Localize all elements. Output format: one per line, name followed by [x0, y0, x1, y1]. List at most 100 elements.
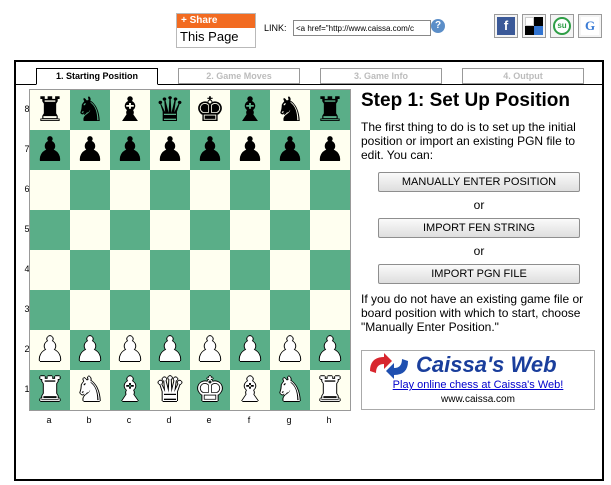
- square-f5[interactable]: [230, 210, 270, 250]
- square-e1[interactable]: ♚: [190, 370, 230, 410]
- black-pawn-icon[interactable]: ♟: [190, 130, 230, 170]
- square-d6[interactable]: [150, 170, 190, 210]
- square-b2[interactable]: ♟: [70, 330, 110, 370]
- square-e2[interactable]: ♟: [190, 330, 230, 370]
- white-pawn-icon[interactable]: ♟: [190, 330, 230, 370]
- square-g2[interactable]: ♟: [270, 330, 310, 370]
- tab-starting-position[interactable]: 1. Starting Position: [36, 68, 158, 85]
- black-pawn-icon[interactable]: ♟: [230, 130, 270, 170]
- tab-game-info[interactable]: 3. Game Info: [320, 68, 442, 84]
- black-rook-icon[interactable]: ♜: [310, 90, 350, 130]
- stumbleupon-icon[interactable]: su: [550, 14, 574, 38]
- black-knight-icon[interactable]: ♞: [70, 90, 110, 130]
- square-a5[interactable]: [30, 210, 70, 250]
- square-a8[interactable]: ♜: [30, 90, 70, 130]
- square-b3[interactable]: [70, 290, 110, 330]
- square-d2[interactable]: ♟: [150, 330, 190, 370]
- square-g3[interactable]: [270, 290, 310, 330]
- square-f2[interactable]: ♟: [230, 330, 270, 370]
- square-e4[interactable]: [190, 250, 230, 290]
- square-h4[interactable]: [310, 250, 350, 290]
- square-h2[interactable]: ♟: [310, 330, 350, 370]
- white-pawn-icon[interactable]: ♟: [270, 330, 310, 370]
- black-pawn-icon[interactable]: ♟: [150, 130, 190, 170]
- white-pawn-icon[interactable]: ♟: [30, 330, 70, 370]
- square-g5[interactable]: [270, 210, 310, 250]
- square-g4[interactable]: [270, 250, 310, 290]
- white-pawn-icon[interactable]: ♟: [70, 330, 110, 370]
- square-d4[interactable]: [150, 250, 190, 290]
- square-d5[interactable]: [150, 210, 190, 250]
- delicious-icon[interactable]: [522, 14, 546, 38]
- square-f6[interactable]: [230, 170, 270, 210]
- square-f4[interactable]: [230, 250, 270, 290]
- square-h6[interactable]: [310, 170, 350, 210]
- square-e7[interactable]: ♟: [190, 130, 230, 170]
- square-a3[interactable]: [30, 290, 70, 330]
- square-c3[interactable]: [110, 290, 150, 330]
- black-pawn-icon[interactable]: ♟: [70, 130, 110, 170]
- black-pawn-icon[interactable]: ♟: [270, 130, 310, 170]
- square-d8[interactable]: ♛: [150, 90, 190, 130]
- share-button[interactable]: + Share: [177, 14, 255, 28]
- white-knight-icon[interactable]: ♞: [270, 370, 310, 410]
- white-knight-icon[interactable]: ♞: [70, 370, 110, 410]
- square-b6[interactable]: [70, 170, 110, 210]
- black-knight-icon[interactable]: ♞: [270, 90, 310, 130]
- black-pawn-icon[interactable]: ♟: [310, 130, 350, 170]
- white-queen-icon[interactable]: ♛: [150, 370, 190, 410]
- square-h8[interactable]: ♜: [310, 90, 350, 130]
- square-f7[interactable]: ♟: [230, 130, 270, 170]
- square-g1[interactable]: ♞: [270, 370, 310, 410]
- white-bishop-icon[interactable]: ♝: [230, 370, 270, 410]
- black-bishop-icon[interactable]: ♝: [110, 90, 150, 130]
- square-c8[interactable]: ♝: [110, 90, 150, 130]
- square-f8[interactable]: ♝: [230, 90, 270, 130]
- facebook-icon[interactable]: f: [494, 14, 518, 38]
- square-e5[interactable]: [190, 210, 230, 250]
- white-rook-icon[interactable]: ♜: [310, 370, 350, 410]
- square-b8[interactable]: ♞: [70, 90, 110, 130]
- tab-output[interactable]: 4. Output: [462, 68, 584, 84]
- white-pawn-icon[interactable]: ♟: [230, 330, 270, 370]
- square-c7[interactable]: ♟: [110, 130, 150, 170]
- square-d1[interactable]: ♛: [150, 370, 190, 410]
- ad-link[interactable]: Play online chess at Caissa's Web!: [362, 379, 594, 391]
- square-e8[interactable]: ♚: [190, 90, 230, 130]
- square-c1[interactable]: ♝: [110, 370, 150, 410]
- black-bishop-icon[interactable]: ♝: [230, 90, 270, 130]
- white-rook-icon[interactable]: ♜: [30, 370, 70, 410]
- square-a1[interactable]: ♜: [30, 370, 70, 410]
- import-pgn-button[interactable]: IMPORT PGN FILE: [378, 264, 580, 284]
- tab-game-moves[interactable]: 2. Game Moves: [178, 68, 300, 84]
- square-a7[interactable]: ♟: [30, 130, 70, 170]
- square-h1[interactable]: ♜: [310, 370, 350, 410]
- square-c5[interactable]: [110, 210, 150, 250]
- square-g8[interactable]: ♞: [270, 90, 310, 130]
- black-king-icon[interactable]: ♚: [190, 90, 230, 130]
- black-pawn-icon[interactable]: ♟: [30, 130, 70, 170]
- import-fen-button[interactable]: IMPORT FEN STRING: [378, 218, 580, 238]
- square-d7[interactable]: ♟: [150, 130, 190, 170]
- square-a4[interactable]: [30, 250, 70, 290]
- square-f3[interactable]: [230, 290, 270, 330]
- google-icon[interactable]: G: [578, 14, 602, 38]
- square-h7[interactable]: ♟: [310, 130, 350, 170]
- help-icon[interactable]: ?: [431, 19, 445, 33]
- square-g7[interactable]: ♟: [270, 130, 310, 170]
- square-c6[interactable]: [110, 170, 150, 210]
- square-b7[interactable]: ♟: [70, 130, 110, 170]
- square-e6[interactable]: [190, 170, 230, 210]
- square-g6[interactable]: [270, 170, 310, 210]
- square-b1[interactable]: ♞: [70, 370, 110, 410]
- square-d3[interactable]: [150, 290, 190, 330]
- square-a6[interactable]: [30, 170, 70, 210]
- square-b5[interactable]: [70, 210, 110, 250]
- square-a2[interactable]: ♟: [30, 330, 70, 370]
- square-b4[interactable]: [70, 250, 110, 290]
- black-rook-icon[interactable]: ♜: [30, 90, 70, 130]
- square-c2[interactable]: ♟: [110, 330, 150, 370]
- square-c4[interactable]: [110, 250, 150, 290]
- white-pawn-icon[interactable]: ♟: [310, 330, 350, 370]
- white-pawn-icon[interactable]: ♟: [110, 330, 150, 370]
